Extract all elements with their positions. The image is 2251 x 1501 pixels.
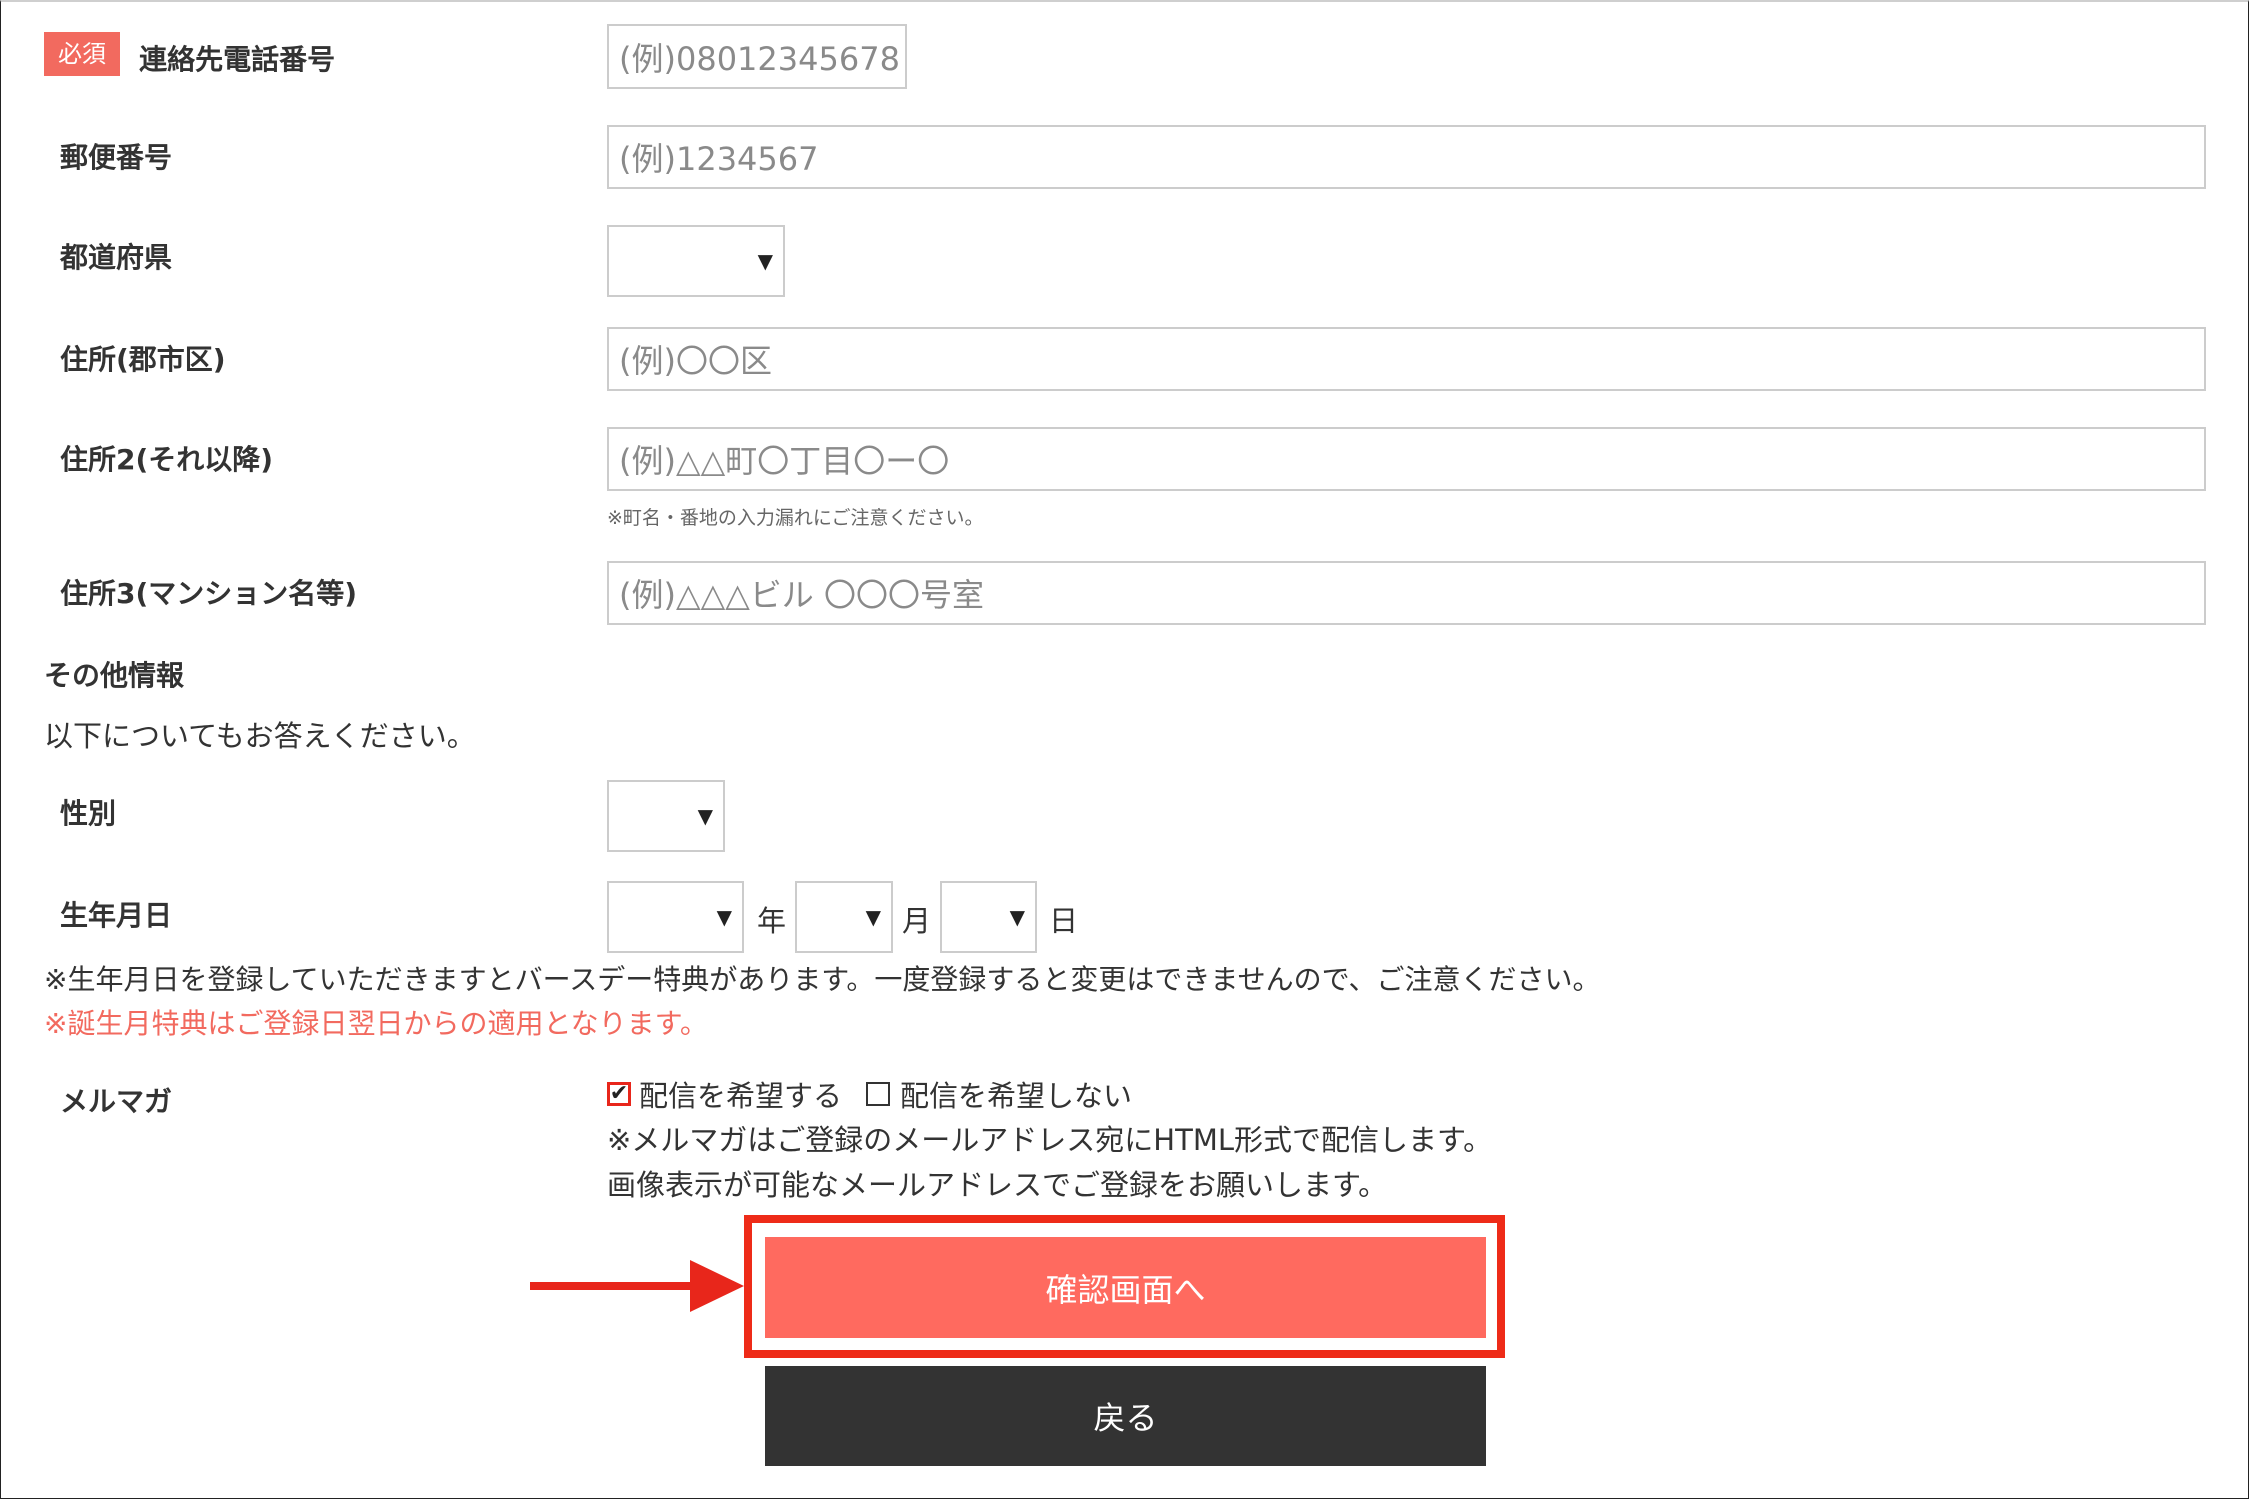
newsletter-yes-label[interactable]: 配信を希望する <box>639 1073 842 1115</box>
phone-placeholder: (例)08012345678 <box>619 39 900 78</box>
newsletter-no-checkbox[interactable] <box>866 1082 891 1106</box>
birthday-note: ※生年月日を登録していただきますとバースデー特典があります。一度登録すると変更は… <box>44 963 1601 996</box>
address1-placeholder: (例)〇〇区 <box>619 342 772 380</box>
chevron-down-icon: ▼ <box>716 905 732 929</box>
birth-month-unit: 月 <box>902 904 932 938</box>
address2-input[interactable]: (例)△△町〇丁目〇ー〇 <box>607 427 2206 491</box>
arrow-right-icon <box>530 1260 744 1312</box>
phone-label: 連絡先電話番号 <box>139 42 336 76</box>
prefecture-select[interactable]: ▼ <box>607 225 785 297</box>
chevron-down-icon: ▼ <box>1009 905 1025 929</box>
birthday-note-red: ※誕生月特典はご登録日翌日からの適用となります。 <box>44 1007 708 1040</box>
chevron-down-icon: ▼ <box>865 905 881 929</box>
birth-day-unit: 日 <box>1049 904 1079 938</box>
birth-day-select[interactable]: ▼ <box>940 881 1037 953</box>
postal-placeholder: (例)1234567 <box>619 140 819 178</box>
newsletter-options: ✔ 配信を希望する 配信を希望しない <box>607 1073 1132 1115</box>
newsletter-yes-checkbox[interactable]: ✔ <box>607 1082 631 1106</box>
address3-label: 住所3(マンション名等) <box>60 577 358 610</box>
chevron-down-icon: ▼ <box>757 249 773 273</box>
phone-label-group: 必須 連絡先電話番号 <box>44 32 335 78</box>
gender-select[interactable]: ▼ <box>607 780 725 852</box>
address2-placeholder: (例)△△町〇丁目〇ー〇 <box>619 442 950 480</box>
birthday-label: 生年月日 <box>60 899 173 932</box>
back-button[interactable]: 戻る <box>765 1366 1486 1466</box>
address1-label: 住所(郡市区) <box>60 343 226 376</box>
newsletter-no-label[interactable]: 配信を希望しない <box>900 1073 1132 1115</box>
birth-month-select[interactable]: ▼ <box>795 881 893 953</box>
phone-input[interactable]: (例)08012345678 <box>607 24 907 89</box>
check-icon: ✔ <box>609 1081 629 1106</box>
postal-input[interactable]: (例)1234567 <box>607 125 2206 189</box>
other-info-heading: その他情報 <box>44 659 185 692</box>
address1-input[interactable]: (例)〇〇区 <box>607 327 2206 391</box>
birth-year-unit: 年 <box>757 904 787 938</box>
newsletter-note-1: ※メルマガはご登録のメールアドレス宛にHTML形式で配信します。 <box>607 1123 1493 1157</box>
address3-placeholder: (例)△△△ビル 〇〇〇号室 <box>619 576 984 614</box>
other-info-description: 以下についてもお答えください。 <box>44 719 476 753</box>
address3-input[interactable]: (例)△△△ビル 〇〇〇号室 <box>607 561 2206 625</box>
confirm-button-label: 確認画面へ <box>1045 1270 1206 1309</box>
newsletter-label: メルマガ <box>60 1085 173 1118</box>
chevron-down-icon: ▼ <box>697 804 713 828</box>
address2-note: ※町名・番地の入力漏れにご注意ください。 <box>607 507 984 529</box>
address2-label: 住所2(それ以降) <box>60 443 274 476</box>
prefecture-label: 都道府県 <box>60 241 173 274</box>
required-badge: 必須 <box>44 32 120 76</box>
back-button-label: 戻る <box>1093 1399 1158 1437</box>
gender-label: 性別 <box>60 797 117 830</box>
confirm-button[interactable]: 確認画面へ <box>765 1237 1486 1338</box>
postal-label: 郵便番号 <box>60 141 173 174</box>
birth-year-select[interactable]: ▼ <box>607 881 744 953</box>
newsletter-note-2: 画像表示が可能なメールアドレスでご登録をお願いします。 <box>607 1168 1388 1202</box>
